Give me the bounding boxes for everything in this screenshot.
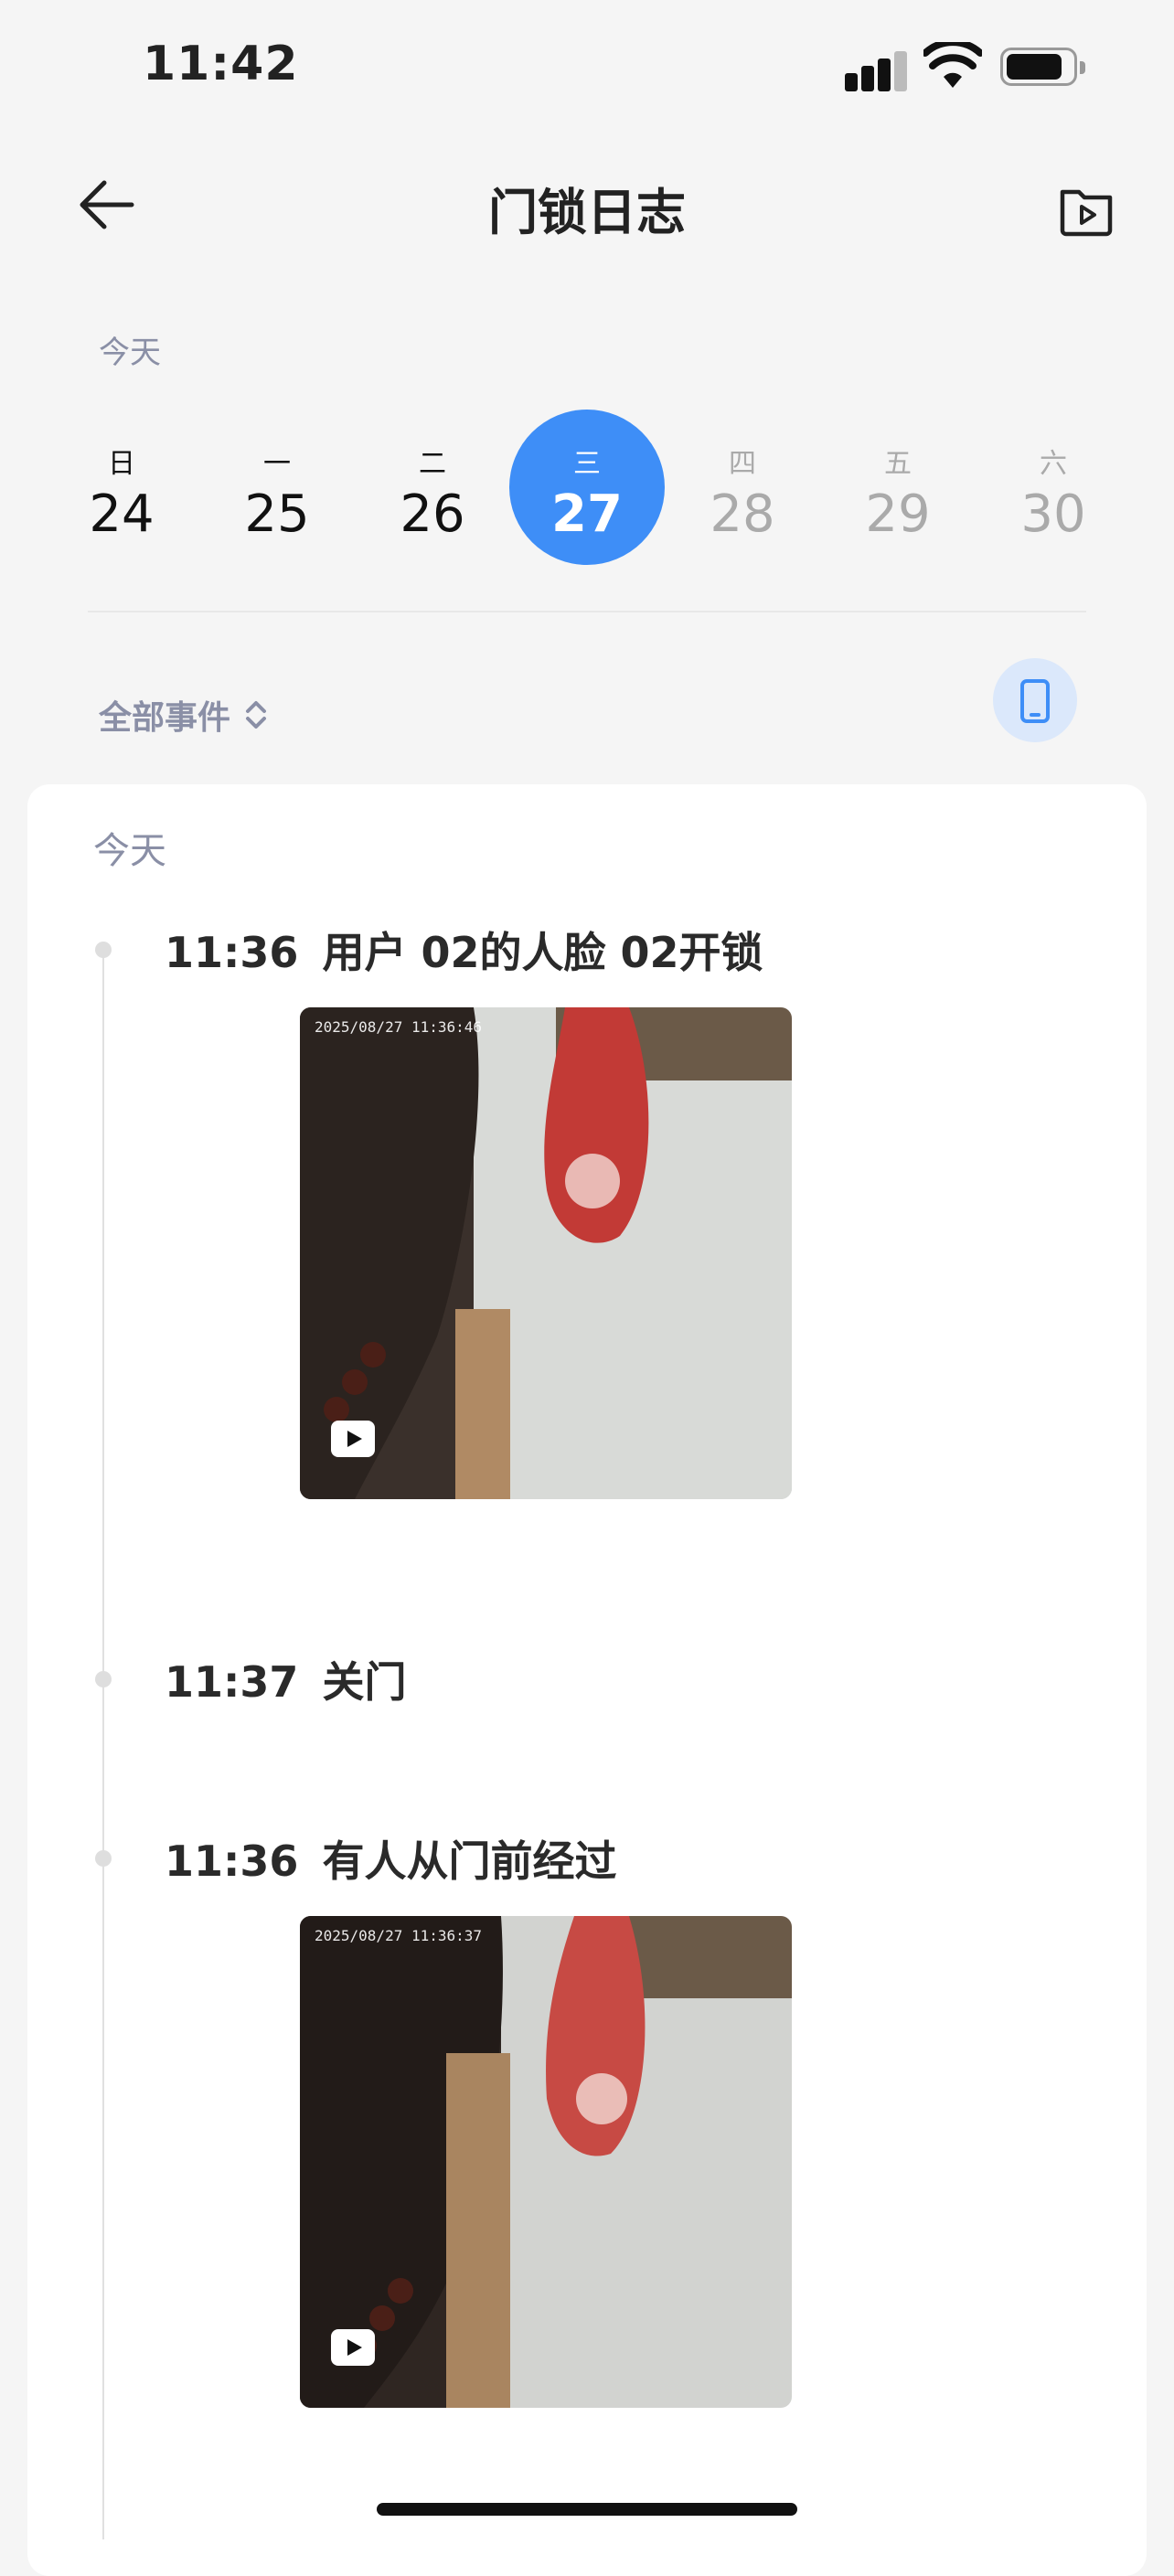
day-mon[interactable]: 一 25	[199, 410, 355, 565]
event-item[interactable]: 11:36 有人从门前经过	[165, 1828, 616, 1889]
weekday-label: 五	[884, 448, 912, 480]
day-number: 26	[400, 484, 465, 544]
sort-updown-icon	[246, 701, 267, 729]
wifi-icon	[923, 42, 982, 88]
play-icon[interactable]	[331, 2329, 375, 2366]
event-time: 11:36	[165, 1836, 299, 1886]
day-sun[interactable]: 日 24	[44, 410, 199, 565]
cellular-signal-icon	[845, 48, 911, 91]
weekday-label: 三	[573, 448, 601, 480]
page-title: 门锁日志	[488, 184, 686, 241]
weekday-label: 一	[263, 448, 291, 480]
day-number: 28	[710, 484, 775, 544]
day-number: 29	[865, 484, 931, 544]
play-icon[interactable]	[331, 1421, 375, 1457]
battery-icon	[1000, 48, 1085, 86]
event-filter-dropdown[interactable]: 全部事件	[99, 691, 269, 739]
log-section-label: 今天	[93, 830, 166, 872]
phone-icon	[1020, 679, 1050, 723]
event-text: 用户 02的人脸 02开锁	[322, 928, 763, 977]
day-number: 24	[89, 484, 155, 544]
date-label: 今天	[99, 335, 161, 371]
day-tue[interactable]: 二 26	[355, 410, 510, 565]
video-folder-icon[interactable]	[1057, 179, 1115, 238]
divider	[88, 611, 1086, 612]
event-time: 11:37	[165, 1657, 299, 1707]
event-text: 关门	[322, 1657, 407, 1707]
weekday-label: 四	[729, 448, 756, 480]
event-time: 11:36	[165, 928, 299, 977]
day-wed-selected[interactable]: 三 27	[509, 410, 665, 565]
timeline-line	[102, 949, 104, 2539]
event-video-thumbnail[interactable]: 2025/08/27 11:36:37	[300, 1916, 792, 2408]
day-number: 25	[244, 484, 310, 544]
day-number: 27	[551, 484, 623, 544]
filter-label: 全部事件	[99, 699, 231, 737]
timeline-dot	[95, 942, 112, 958]
day-thu[interactable]: 四 28	[665, 410, 820, 565]
device-view-button[interactable]	[993, 658, 1077, 742]
timeline-dot	[95, 1850, 112, 1867]
status-time: 11:42	[143, 37, 299, 91]
day-number: 30	[1020, 484, 1086, 544]
snapshot-timestamp: 2025/08/27 11:36:37	[315, 1927, 483, 1944]
weekday-label: 二	[419, 448, 446, 480]
event-video-thumbnail[interactable]: 2025/08/27 11:36:46	[300, 1007, 792, 1499]
home-indicator	[377, 2503, 797, 2516]
snapshot-timestamp: 2025/08/27 11:36:46	[315, 1018, 483, 1036]
event-text: 有人从门前经过	[322, 1836, 617, 1886]
event-item[interactable]: 11:36 用户 02的人脸 02开锁	[165, 920, 763, 980]
weekday-label: 日	[108, 448, 135, 480]
timeline-dot	[95, 1671, 112, 1687]
day-sat[interactable]: 六 30	[976, 410, 1131, 565]
weekday-label: 六	[1040, 448, 1067, 480]
day-fri[interactable]: 五 29	[820, 410, 976, 565]
event-item[interactable]: 11:37 关门	[165, 1649, 406, 1709]
